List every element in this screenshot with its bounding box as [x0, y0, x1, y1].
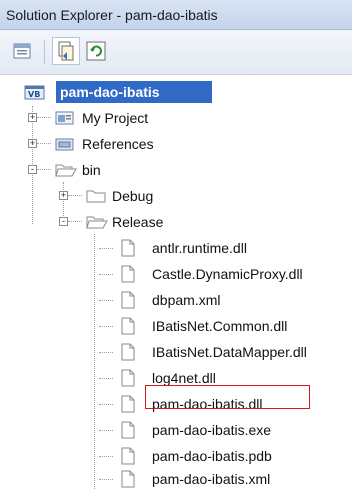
- file-label: pam-dao-ibatis.xml: [152, 471, 271, 487]
- tree-line: [99, 456, 113, 457]
- tree-file-item[interactable]: pam-dao-ibatis.exe: [0, 419, 352, 441]
- tree-root[interactable]: VB pam-dao-ibatis: [0, 81, 352, 103]
- collapse-button[interactable]: -: [59, 217, 68, 226]
- tree-line: [99, 274, 113, 275]
- file-icon: [121, 369, 135, 387]
- tree-item-label: References: [82, 136, 154, 152]
- tree-file-item[interactable]: antlr.runtime.dll: [0, 237, 352, 259]
- file-label: Castle.DynamicProxy.dll: [152, 266, 303, 282]
- tree-item-label: bin: [82, 162, 101, 178]
- highlight-box: [145, 385, 310, 409]
- references-icon: [55, 138, 74, 151]
- tree-file-item[interactable]: Castle.DynamicProxy.dll: [0, 263, 352, 285]
- tree-file-item[interactable]: pam-dao-ibatis.xml: [0, 468, 352, 490]
- tree-item-my-project[interactable]: + My Project: [0, 107, 352, 129]
- file-label: pam-dao-ibatis.pdb: [152, 448, 272, 464]
- file-label: IBatisNet.DataMapper.dll: [152, 344, 307, 360]
- vb-project-icon: VB: [24, 85, 45, 100]
- tree-item-label: Release: [112, 214, 164, 230]
- properties-icon: [13, 43, 31, 59]
- folder-open-icon: [86, 216, 108, 229]
- file-icon: [121, 447, 135, 465]
- root-label: pam-dao-ibatis: [60, 84, 160, 100]
- file-icon: [121, 265, 135, 283]
- tree-item-references[interactable]: + References: [0, 133, 352, 155]
- file-label: pam-dao-ibatis.exe: [152, 422, 272, 438]
- collapse-button[interactable]: -: [28, 165, 37, 174]
- tree-line: [99, 248, 113, 249]
- window-title: Solution Explorer - pam-dao-ibatis: [0, 0, 352, 30]
- file-icon: [121, 470, 135, 488]
- tree-file-item[interactable]: dbpam.xml: [0, 289, 352, 311]
- tree-item-label: My Project: [82, 110, 149, 126]
- file-icon: [121, 395, 135, 413]
- tree-item-debug[interactable]: + Debug: [0, 185, 352, 207]
- tree-line: [99, 300, 113, 301]
- tree-item-label: Debug: [112, 188, 154, 204]
- my-project-icon: [55, 111, 74, 125]
- tree-line: [99, 479, 113, 480]
- expand-button[interactable]: +: [28, 139, 37, 148]
- file-icon: [121, 343, 135, 361]
- file-icon: [121, 317, 135, 335]
- solution-tree: VB pam-dao-ibatis + My Project + Referen…: [0, 74, 352, 489]
- file-icon: [121, 239, 135, 257]
- tree-line: [99, 378, 113, 379]
- tree-line: [99, 352, 113, 353]
- expand-button[interactable]: +: [28, 113, 37, 122]
- file-label: IBatisNet.Common.dll: [152, 318, 288, 334]
- tree-line: [99, 326, 113, 327]
- tree-line: [99, 430, 113, 431]
- file-label: antlr.runtime.dll: [152, 240, 247, 256]
- svg-text:VB: VB: [28, 90, 40, 99]
- tree-line: [99, 404, 113, 405]
- file-icon: [121, 421, 135, 439]
- file-label: dbpam.xml: [152, 292, 221, 308]
- toolbar-separator: [44, 40, 45, 64]
- show-all-files-button[interactable]: [52, 37, 80, 65]
- toolbar: [0, 30, 352, 75]
- folder-open-icon: [55, 164, 77, 177]
- show-all-files-icon: [58, 41, 74, 61]
- folder-icon: [86, 190, 106, 203]
- tree-file-item[interactable]: IBatisNet.Common.dll: [0, 315, 352, 337]
- file-icon: [121, 291, 135, 309]
- properties-button[interactable]: [8, 37, 36, 65]
- tree-file-item[interactable]: pam-dao-ibatis.pdb: [0, 445, 352, 467]
- refresh-icon: [86, 41, 106, 61]
- refresh-button[interactable]: [82, 37, 110, 65]
- tree-item-release[interactable]: - Release: [0, 211, 352, 233]
- expand-button[interactable]: +: [59, 191, 68, 200]
- tree-item-bin[interactable]: - bin: [0, 159, 352, 181]
- tree-file-item[interactable]: IBatisNet.DataMapper.dll: [0, 341, 352, 363]
